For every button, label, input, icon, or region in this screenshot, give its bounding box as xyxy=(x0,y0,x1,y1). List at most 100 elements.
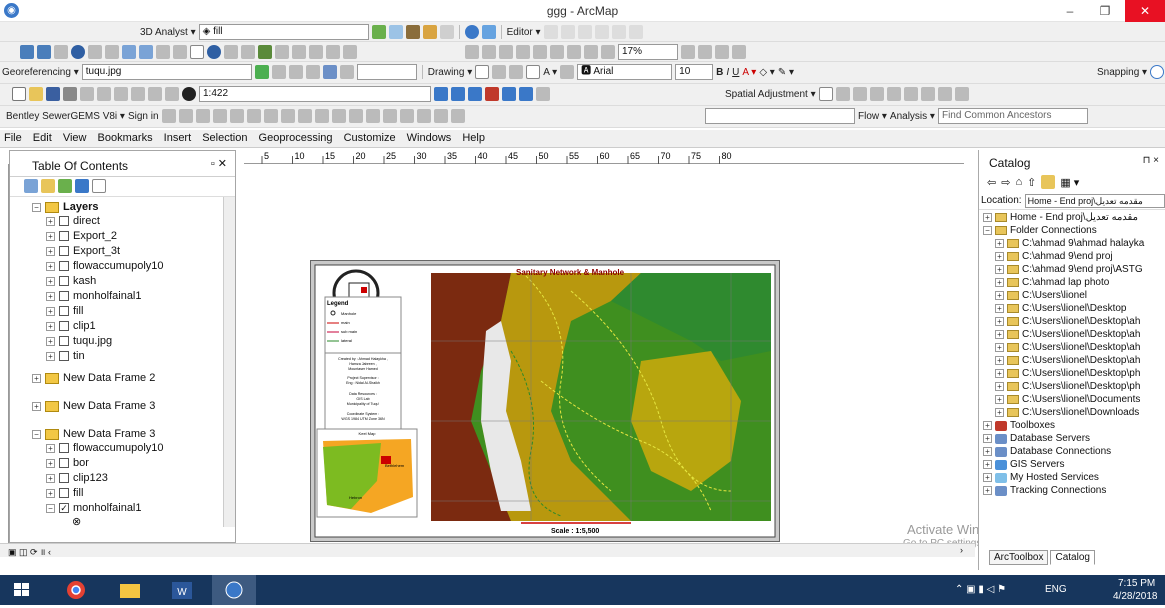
menu-windows[interactable]: Windows xyxy=(403,130,456,146)
attributes-icon[interactable] xyxy=(628,25,643,39)
expand-icon[interactable]: + xyxy=(46,306,55,316)
catalog-node[interactable]: + C:\Users\lionel xyxy=(995,290,1087,301)
fixed-zoom-out-icon[interactable] xyxy=(105,45,119,59)
catalog-node[interactable]: + Database Connections xyxy=(983,446,1111,457)
arctoolbox-icon[interactable] xyxy=(502,87,516,101)
expand-icon[interactable]: + xyxy=(46,473,55,483)
add-control-points-icon[interactable] xyxy=(254,65,269,79)
zoom-out-icon[interactable] xyxy=(37,45,51,59)
expand-icon[interactable]: + xyxy=(46,246,55,256)
menu-view[interactable]: View xyxy=(59,130,91,146)
font-size-dropdown[interactable]: 10 xyxy=(675,64,714,80)
menu-file[interactable]: File xyxy=(0,130,26,146)
back-arrow-icon[interactable]: ⇦ xyxy=(987,176,996,189)
rotate-element-icon[interactable] xyxy=(492,65,507,79)
attribute-transfer-icon[interactable] xyxy=(954,87,969,101)
view-link-table-icon[interactable] xyxy=(322,65,337,79)
3d-analyst-menu[interactable]: 3D Analyst ▾ xyxy=(140,27,196,38)
location-field[interactable]: Home - End proj\مقدمه تعديل xyxy=(1024,193,1165,208)
flextable-icon[interactable] xyxy=(433,109,448,123)
home-icon[interactable]: ⌂ xyxy=(1015,176,1022,188)
tab-catalog[interactable]: Catalog xyxy=(1050,550,1095,565)
arcglobe-icon[interactable] xyxy=(481,25,496,39)
zoom-percent-dropdown[interactable]: 17% xyxy=(618,44,678,60)
expand-icon[interactable]: + xyxy=(995,382,1004,391)
table-of-contents-icon[interactable] xyxy=(451,87,465,101)
visibility-checkbox[interactable] xyxy=(59,443,69,453)
edge-match-icon[interactable] xyxy=(937,87,952,101)
layout-zoom-in-icon[interactable] xyxy=(465,45,479,59)
expand-icon[interactable]: + xyxy=(32,373,41,383)
next-extent-icon[interactable] xyxy=(601,45,615,59)
adjust-select-icon[interactable] xyxy=(818,87,833,101)
sign-in-button[interactable]: Sign in xyxy=(128,111,159,122)
catalog-node[interactable]: + C:\Users\lionel\Downloads xyxy=(995,407,1139,418)
list-by-drawing-order-icon[interactable] xyxy=(24,179,38,193)
wet-well-icon[interactable] xyxy=(246,109,261,123)
expand-icon[interactable]: + xyxy=(46,291,55,301)
select-elements-icon[interactable] xyxy=(190,45,204,59)
fixed-zoom-in-icon[interactable] xyxy=(88,45,102,59)
toc-node-layer[interactable]: + tuqu.jpg xyxy=(46,335,112,347)
drawing-menu[interactable]: Drawing ▾ xyxy=(428,67,472,78)
expand-icon[interactable]: + xyxy=(995,304,1004,313)
catalog-node[interactable]: + C:\Users\lionel\Desktop xyxy=(995,303,1126,314)
bold-button[interactable]: B xyxy=(716,67,723,78)
catalog-node[interactable]: + C:\ahmad 9\end proj\ASTG xyxy=(995,264,1143,275)
catalog-node[interactable]: + C:\Users\lionel\Desktop\ah xyxy=(995,329,1140,340)
find-common-ancestors-field[interactable]: Find Common Ancestors xyxy=(937,108,1088,124)
collapse-icon[interactable]: − xyxy=(32,202,41,212)
change-layout-icon[interactable] xyxy=(715,45,729,59)
visibility-checkbox[interactable] xyxy=(59,488,69,498)
visibility-checkbox[interactable] xyxy=(59,351,69,361)
toc-node-data-frame[interactable]: + New Data Frame 2 xyxy=(32,372,155,384)
expand-icon[interactable]: + xyxy=(46,488,55,498)
report-icon[interactable] xyxy=(416,109,431,123)
data-driven-pages-icon[interactable] xyxy=(732,45,746,59)
expand-icon[interactable]: + xyxy=(995,395,1004,404)
view-options-icon[interactable]: ▦ ▾ xyxy=(1060,176,1079,189)
collapse-icon[interactable]: − xyxy=(983,226,992,235)
compute-icon[interactable] xyxy=(399,109,414,123)
arcmap-taskbar-icon[interactable] xyxy=(212,575,256,605)
toc-node-data-frame[interactable]: − Layers xyxy=(32,201,98,213)
split-icon[interactable] xyxy=(594,25,609,39)
expand-icon[interactable]: + xyxy=(995,369,1004,378)
toc-node-layer[interactable]: + direct xyxy=(46,215,100,227)
manhole-tool-icon[interactable] xyxy=(195,109,210,123)
menu-bookmarks[interactable]: Bookmarks xyxy=(94,130,157,146)
lateral-icon[interactable] xyxy=(331,109,346,123)
expand-icon[interactable]: + xyxy=(32,401,41,411)
identify-icon[interactable] xyxy=(207,45,221,59)
html-popup-icon[interactable] xyxy=(241,45,255,59)
edit-vertices-icon[interactable] xyxy=(560,65,575,79)
map-layout-frame[interactable]: Legend Manhole main sub main lateral Cre… xyxy=(310,260,780,542)
expand-icon[interactable]: + xyxy=(46,336,55,346)
expand-icon[interactable]: + xyxy=(995,291,1004,300)
modify-link-icon[interactable] xyxy=(852,87,867,101)
junction-icon[interactable] xyxy=(297,109,312,123)
zoom-100-icon[interactable] xyxy=(533,45,547,59)
pump-icon[interactable] xyxy=(263,109,278,123)
georef-layer-dropdown[interactable]: tuqu.jpg xyxy=(81,64,252,80)
minimize-button[interactable]: – xyxy=(1055,0,1085,22)
rectangle-tool-icon[interactable] xyxy=(526,65,541,79)
toc-node-layer[interactable]: − ✓ monholfainal1 xyxy=(46,502,142,514)
toc-node-layer[interactable]: + fill xyxy=(46,487,83,499)
toc-node-layer[interactable]: + clip123 xyxy=(46,472,108,484)
expand-icon[interactable]: + xyxy=(995,408,1004,417)
forward-arrow-icon[interactable]: ⇨ xyxy=(1001,176,1010,189)
toc-node-layer[interactable]: + flowaccumupoly10 xyxy=(46,260,164,272)
underline-button[interactable]: U xyxy=(732,67,739,78)
visibility-checkbox[interactable] xyxy=(59,321,69,331)
catalog-node[interactable]: + Database Servers xyxy=(983,433,1090,444)
expand-icon[interactable]: + xyxy=(46,443,55,453)
identity-link-icon[interactable] xyxy=(886,87,901,101)
visibility-checkbox[interactable] xyxy=(59,276,69,286)
start-button[interactable] xyxy=(0,575,44,605)
profile-graph-icon[interactable] xyxy=(422,25,437,39)
georeferencing-menu[interactable]: Georeferencing ▾ xyxy=(2,67,79,78)
chrome-taskbar-icon[interactable] xyxy=(54,575,98,605)
expand-icon[interactable]: + xyxy=(46,231,55,241)
property-icon[interactable] xyxy=(365,109,380,123)
